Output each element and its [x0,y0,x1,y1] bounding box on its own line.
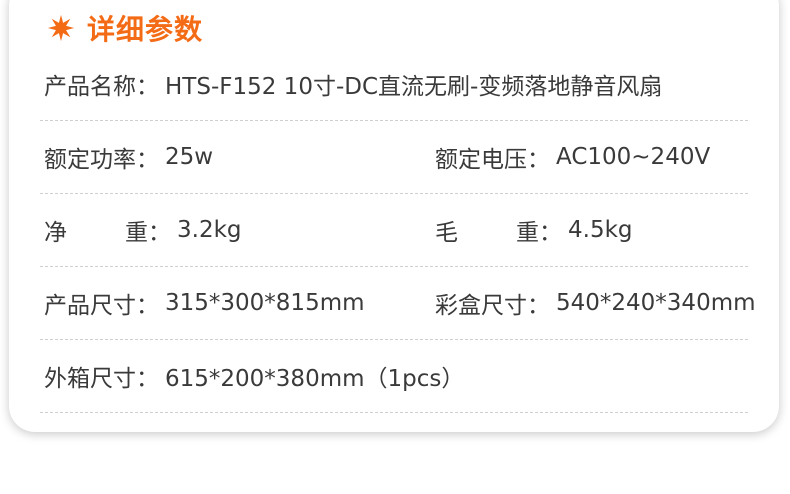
spec-item-power: 额定功率： 25w [44,140,213,174]
spec-card: 详细参数 产品名称： HTS-F152 10寸-DC直流无刷-变频落地静音风扇 额… [9,0,779,432]
spec-label: 毛重 [435,213,539,247]
spec-label: 额定电压 [435,146,527,173]
spec-label-part: 重 [125,219,148,246]
spec-value: HTS-F152 10寸-DC直流无刷-变频落地静音风扇 [165,73,663,100]
spec-value: 540*240*340mm [556,289,756,316]
spec-item-voltage: 额定电压： AC100~240V [435,140,710,174]
burst-star-icon [47,14,75,42]
spec-label-part: 重 [516,219,539,246]
spec-value: 315*300*815mm [165,289,365,316]
spec-label: 净重 [44,213,148,247]
spec-item-box-size: 彩盒尺寸： 540*240*340mm [435,286,756,320]
spec-value: AC100~240V [556,143,711,170]
spec-colon: ： [539,219,562,246]
spec-row-electrical: 额定功率： 25w 额定电压： AC100~240V [40,120,748,194]
spec-row-size: 产品尺寸： 315*300*815mm 彩盒尺寸： 540*240*340mm [40,266,756,340]
spec-label: 产品名称 [44,73,136,100]
spec-item-name: 产品名称： HTS-F152 10寸-DC直流无刷-变频落地静音风扇 [44,67,662,101]
spec-item-net-weight: 净重： 3.2kg [44,213,242,247]
spec-value: 615*200*380mm（1pcs） [165,365,465,392]
spec-row-name: 产品名称： HTS-F152 10寸-DC直流无刷-变频落地静音风扇 [40,47,748,121]
spec-colon: ： [136,73,159,100]
spec-value: 3.2kg [177,216,242,243]
spec-value: 4.5kg [568,216,633,243]
spec-item-gross-weight: 毛重： 4.5kg [435,213,633,247]
spec-label-part: 毛 [435,219,458,246]
section-title: 详细参数 [87,13,204,46]
spec-label: 额定功率 [44,146,136,173]
spec-label: 产品尺寸 [44,292,136,319]
spec-row-carton: 外箱尺寸： 615*200*380mm（1pcs） [40,339,748,413]
spec-colon: ： [527,146,550,173]
spec-colon: ： [148,219,171,246]
spec-item-product-size: 产品尺寸： 315*300*815mm [44,286,365,320]
spec-colon: ： [136,146,159,173]
spec-label-part: 净 [44,219,67,246]
spec-value: 25w [165,143,214,170]
spec-colon: ： [527,292,550,319]
section-header: 详细参数 [47,8,203,48]
spec-colon: ： [136,365,159,392]
spec-item-carton-size: 外箱尺寸： 615*200*380mm（1pcs） [44,359,464,393]
spec-label: 彩盒尺寸 [435,292,527,319]
spec-row-weight: 净重： 3.2kg 毛重： 4.5kg [40,193,748,267]
spec-label: 外箱尺寸 [44,365,136,392]
spec-colon: ： [136,292,159,319]
